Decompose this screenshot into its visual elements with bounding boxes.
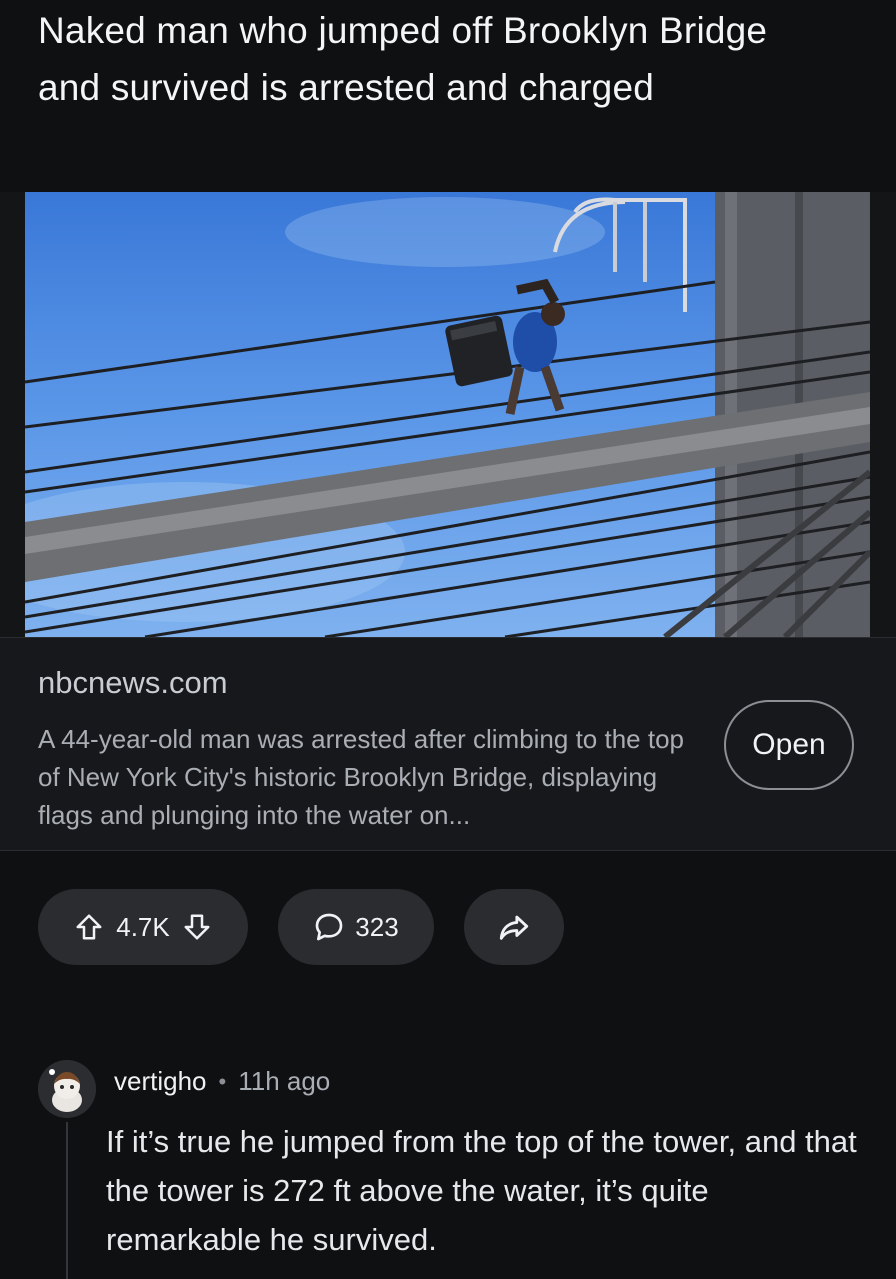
comment-body: If it’s true he jumped from the top of t… (106, 1124, 857, 1257)
link-preview-card[interactable]: nbcnews.com A 44-year-old man was arrest… (0, 637, 896, 851)
thumbnail-letterbox-left (0, 192, 25, 637)
vote-count: 4.7K (116, 911, 170, 942)
post-thumbnail[interactable] (0, 192, 896, 637)
share-button[interactable] (464, 889, 564, 965)
comment-author[interactable]: vertigho (114, 1066, 207, 1097)
commenter-avatar[interactable] (38, 1060, 96, 1118)
open-link-button[interactable]: Open (724, 700, 854, 790)
post-title: Naked man who jumped off Brooklyn Bridge… (38, 10, 768, 108)
comment-meta: vertigho • 11h ago (114, 1066, 330, 1097)
comment-time: 11h ago (238, 1066, 331, 1096)
upvote-icon[interactable] (74, 912, 104, 942)
link-description: A 44-year-old man was arrested after cli… (38, 724, 684, 830)
link-domain: nbcnews.com (38, 665, 228, 700)
comment-icon (313, 911, 345, 943)
thumbnail-letterbox-right (870, 192, 896, 637)
bridge-photo (25, 192, 870, 637)
comment-thread-line[interactable] (66, 1122, 68, 1279)
vote-bar: 4.7K (38, 889, 248, 965)
meta-separator: • (218, 1068, 227, 1094)
share-icon (497, 910, 531, 944)
downvote-icon[interactable] (182, 912, 212, 942)
comment-count: 323 (355, 911, 399, 942)
comments-button[interactable]: 323 (278, 889, 434, 965)
